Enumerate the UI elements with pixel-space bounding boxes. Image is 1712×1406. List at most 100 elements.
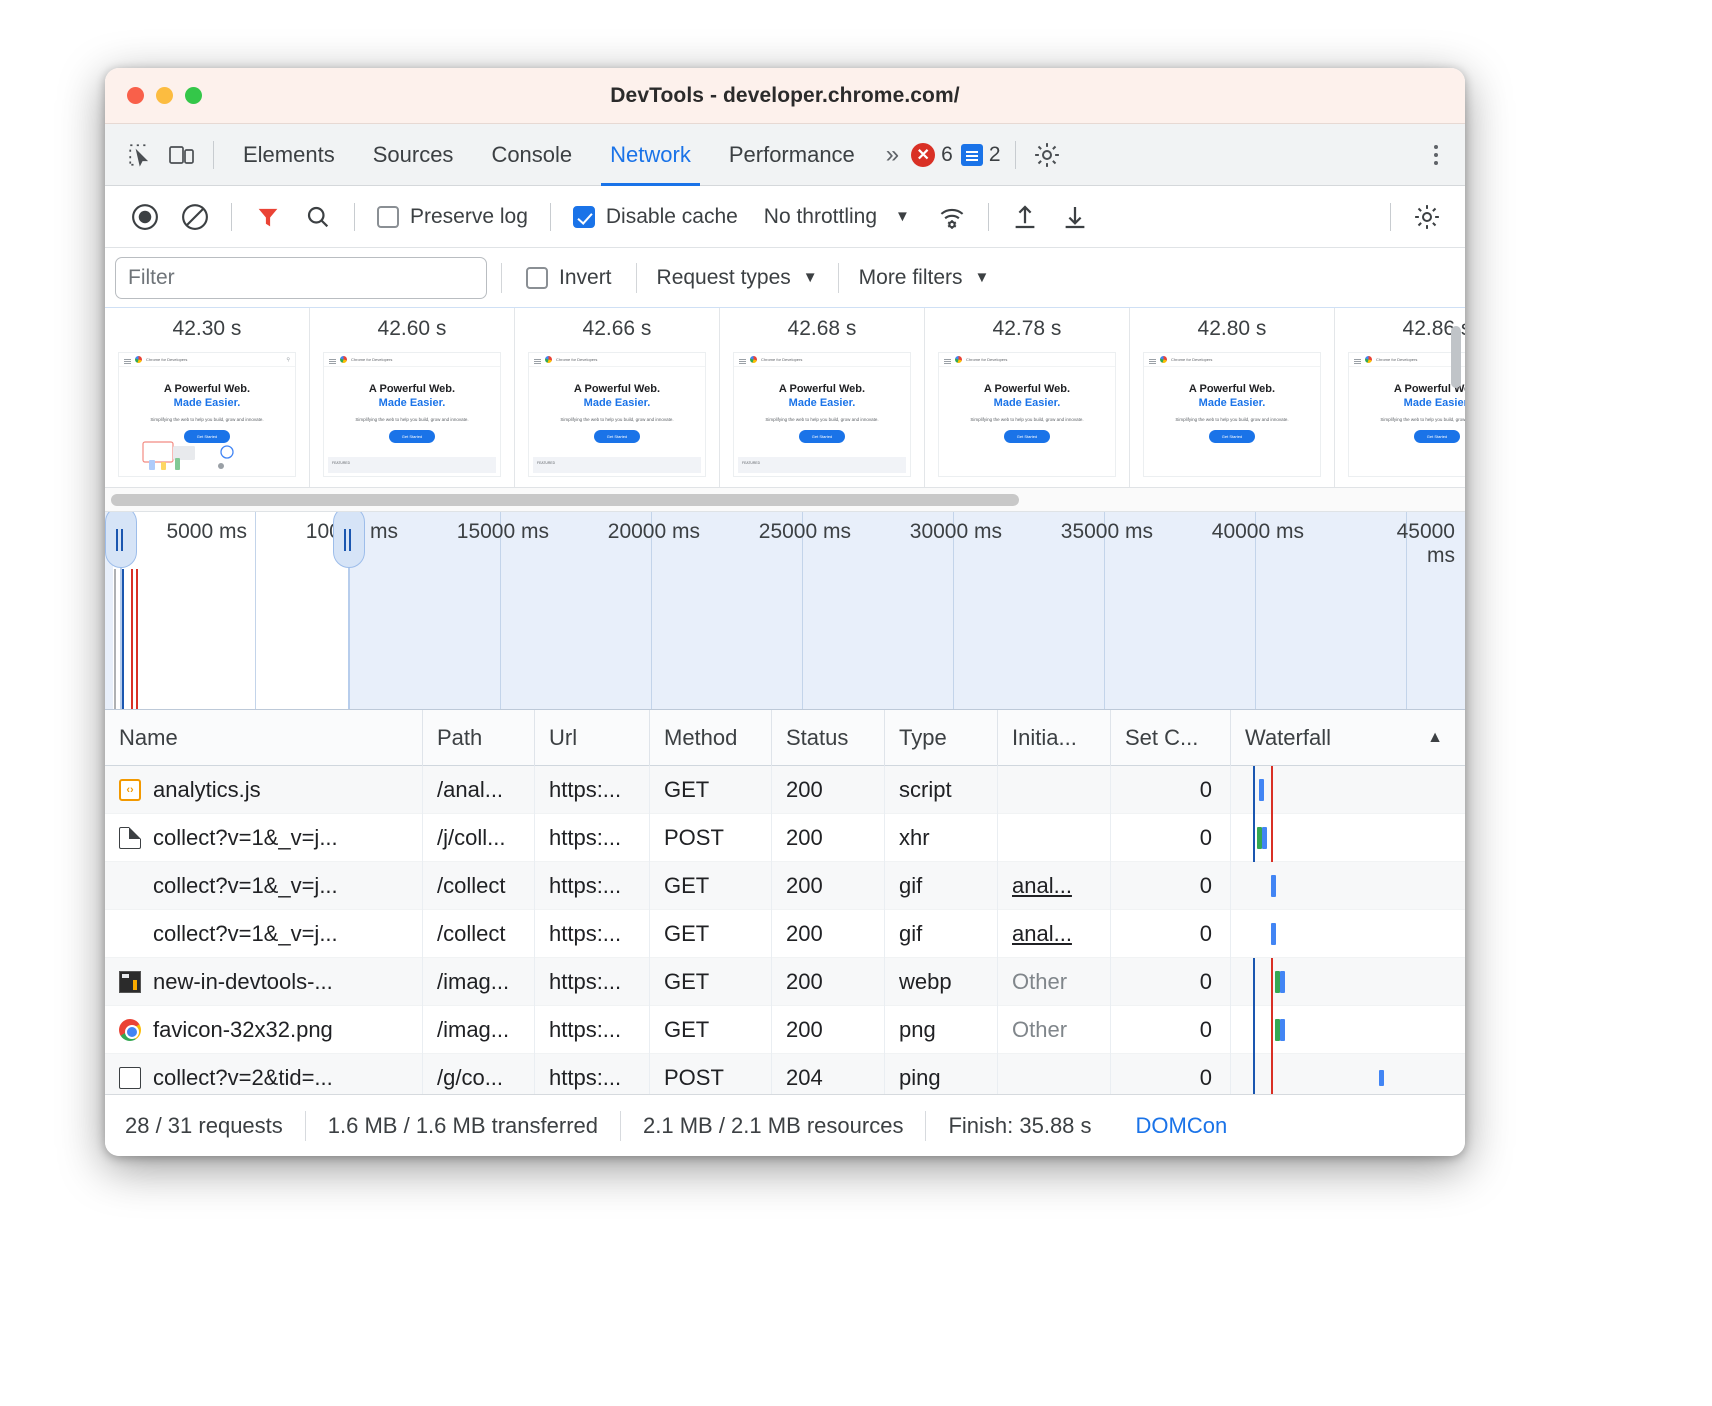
preview-subtitle: Simplifying the web to help you build, g… (939, 417, 1115, 422)
wifi-settings-icon[interactable] (928, 193, 976, 241)
column-header-name[interactable]: Name (105, 710, 423, 766)
disable-cache-checkbox[interactable]: Disable cache (563, 205, 748, 229)
inspect-cursor-icon[interactable] (119, 134, 161, 176)
filmstrip-frame[interactable]: 42.66 s Chrome for Developers A Powerful… (515, 308, 720, 487)
overview-tick-label: 20000 ms (608, 520, 708, 544)
table-row[interactable]: new-in-devtools-... /imag... https:... G… (105, 958, 1465, 1006)
search-icon[interactable] (294, 193, 342, 241)
device-toolbar-icon[interactable] (161, 134, 203, 176)
filmstrip-frame[interactable]: 42.68 s Chrome for Developers A Powerful… (720, 308, 925, 487)
column-header-url[interactable]: Url (535, 710, 650, 766)
more-filters-dropdown[interactable]: More filters ▼ (853, 266, 996, 290)
network-settings-gear-icon[interactable] (1403, 193, 1451, 241)
chevron-down-icon: ▼ (803, 269, 818, 286)
request-types-dropdown[interactable]: Request types ▼ (651, 266, 824, 290)
chrome-logo-icon (135, 356, 142, 363)
cell-waterfall (1231, 1006, 1465, 1054)
column-header-path[interactable]: Path (423, 710, 535, 766)
cell-status: 204 (772, 1054, 885, 1095)
request-name: collect?v=2&tid=... (153, 1065, 333, 1091)
error-counter[interactable]: ✕ 6 (907, 143, 957, 167)
preview-headline-1: A Powerful Web. (1349, 383, 1465, 395)
cell-name: collect?v=1&_v=j... (105, 814, 423, 862)
message-counter[interactable]: 2 (957, 143, 1005, 167)
table-row[interactable]: collect?v=2&tid=... /g/co... https:... P… (105, 1054, 1465, 1094)
overview-selection-handle-right[interactable] (333, 512, 365, 568)
chevron-down-icon[interactable]: ▼ (879, 208, 926, 225)
kebab-menu-icon[interactable] (1417, 145, 1455, 165)
filmstrip-frame[interactable]: 42.60 s Chrome for Developers A Powerful… (310, 308, 515, 487)
filmstrip-frame[interactable]: 42.86 s Chrome for Developers A Powerful… (1335, 308, 1465, 487)
network-overview-timeline[interactable]: 5000 ms 10000 ms 15000 ms 20000 ms 25000… (105, 512, 1465, 710)
dom-content-loaded-line (1253, 814, 1255, 862)
cell-waterfall (1231, 766, 1465, 814)
filmstrip-frame[interactable]: 42.80 s Chrome for Developers A Powerful… (1130, 308, 1335, 487)
download-har-icon[interactable] (1051, 193, 1099, 241)
tab-performance[interactable]: Performance (710, 124, 874, 186)
clear-icon[interactable] (171, 193, 219, 241)
column-header-status[interactable]: Status (772, 710, 885, 766)
filmstrip-frame[interactable]: 42.30 s Chrome for Developers ⚲ A Powerf… (105, 308, 310, 487)
cell-path: /imag... (423, 958, 535, 1006)
table-row[interactable]: collect?v=1&_v=j... /collect https:... G… (105, 862, 1465, 910)
gear-icon[interactable] (1026, 134, 1068, 176)
throttling-select[interactable]: No throttling (750, 205, 877, 229)
record-icon[interactable] (121, 193, 169, 241)
table-row[interactable]: collect?v=1&_v=j... /j/coll... https:...… (105, 814, 1465, 862)
status-transferred: 1.6 MB / 1.6 MB transferred (306, 1113, 620, 1139)
chrome-logo-icon (955, 356, 962, 363)
preview-headline-2: Made Easier. (324, 397, 500, 409)
toolbar-divider (231, 203, 232, 231)
table-row[interactable]: favicon-32x32.png /imag... https:... GET… (105, 1006, 1465, 1054)
window-title: DevTools - developer.chrome.com/ (105, 84, 1465, 108)
more-tabs-icon[interactable]: » (874, 141, 907, 169)
filter-funnel-icon[interactable] (244, 193, 292, 241)
filmstrip-scrollbar[interactable] (105, 488, 1465, 512)
tab-sources[interactable]: Sources (354, 124, 473, 186)
tab-elements[interactable]: Elements (224, 124, 354, 186)
preview-headline-1: A Powerful Web. (734, 383, 910, 395)
overview-request-bar (136, 569, 138, 709)
preserve-log-checkbox[interactable]: Preserve log (367, 205, 538, 229)
ping-file-icon (119, 1067, 141, 1089)
document-file-icon (119, 827, 141, 849)
frame-thumbnail: Chrome for Developers A Powerful Web. Ma… (528, 352, 706, 477)
cell-initiator: Other (998, 958, 1111, 1006)
initiator-link[interactable]: anal... (1012, 921, 1072, 947)
scrollbar-thumb[interactable] (111, 494, 1019, 506)
preview-headline-2: Made Easier. (734, 397, 910, 409)
waterfall-bar (1262, 827, 1267, 849)
tab-network[interactable]: Network (591, 124, 710, 186)
request-name: collect?v=1&_v=j... (153, 921, 338, 947)
table-row[interactable]: ‹› analytics.js /anal... https:... GET 2… (105, 766, 1465, 814)
table-row[interactable]: collect?v=1&_v=j... /collect https:... G… (105, 910, 1465, 958)
request-name: new-in-devtools-... (153, 969, 333, 995)
column-header-method[interactable]: Method (650, 710, 772, 766)
cell-name: collect?v=2&tid=... (105, 1054, 423, 1095)
cell-path: /anal... (423, 766, 535, 814)
invert-checkbox[interactable]: Invert (516, 266, 622, 290)
preview-cta-button: Get Started (594, 430, 640, 443)
initiator-link[interactable]: anal... (1012, 873, 1072, 899)
overview-selection-handle-left[interactable] (105, 512, 137, 568)
filter-divider (636, 263, 637, 293)
tab-console[interactable]: Console (472, 124, 591, 186)
waterfall-bar (1271, 923, 1276, 945)
column-header-type[interactable]: Type (885, 710, 998, 766)
cell-type: ping (885, 1054, 998, 1095)
tab-label: Network (610, 142, 691, 168)
upload-har-icon[interactable] (1001, 193, 1049, 241)
more-filters-label: More filters (859, 266, 963, 290)
column-header-waterfall[interactable]: Waterfall ▲ (1231, 710, 1465, 766)
cell-method: GET (650, 910, 772, 958)
filmstrip-frame[interactable]: 42.78 s Chrome for Developers A Powerful… (925, 308, 1130, 487)
network-status-bar: 28 / 31 requests 1.6 MB / 1.6 MB transfe… (105, 1094, 1465, 1156)
cell-status: 200 (772, 958, 885, 1006)
cell-url: https:... (535, 862, 650, 910)
column-header-set-cookies[interactable]: Set C... (1111, 710, 1231, 766)
devtools-tab-bar: Elements Sources Console Network Perform… (105, 124, 1465, 186)
preview-brand: Chrome for Developers (966, 357, 1007, 362)
filter-input[interactable] (115, 257, 487, 299)
cell-waterfall (1231, 814, 1465, 862)
column-header-initiator[interactable]: Initia... (998, 710, 1111, 766)
